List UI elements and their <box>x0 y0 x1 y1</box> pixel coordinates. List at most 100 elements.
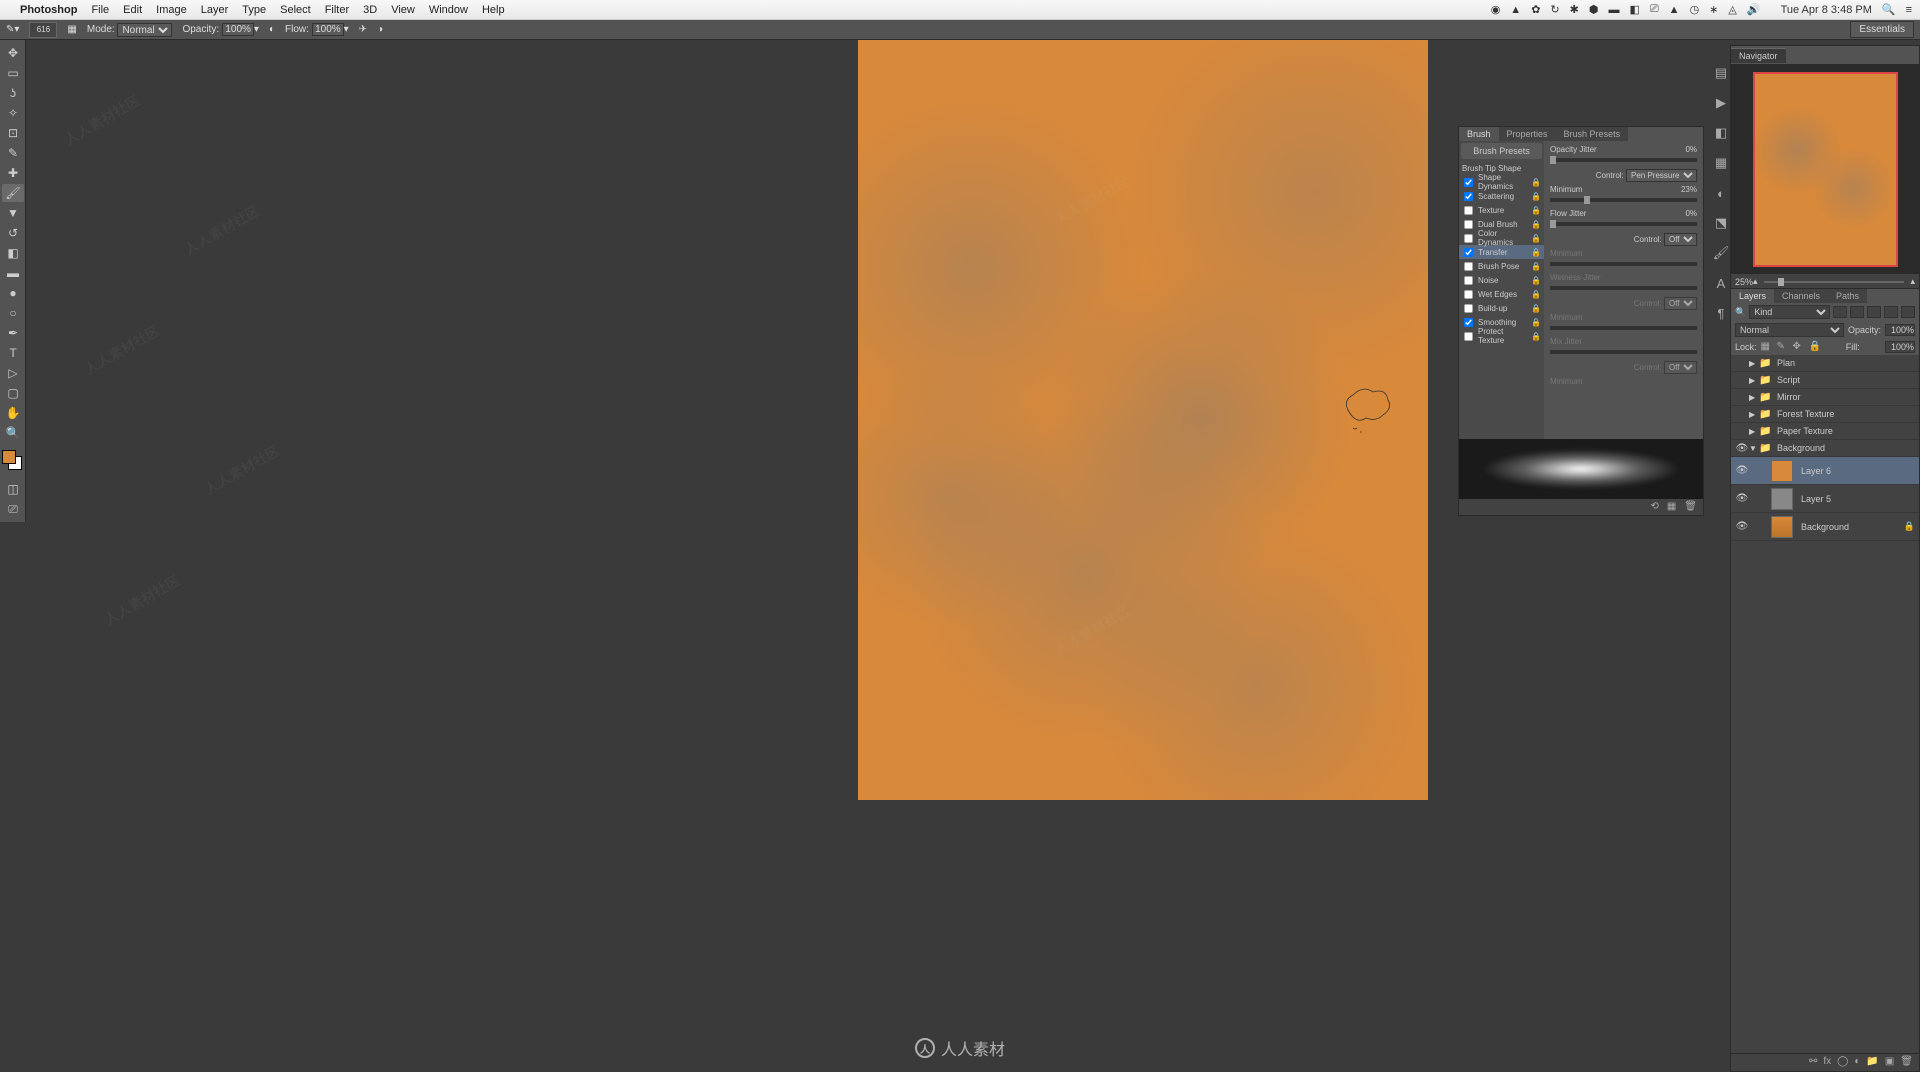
new-brush-icon[interactable]: ▦ <box>1667 501 1676 513</box>
layer-group-plan[interactable]: ▶📁Plan <box>1731 355 1919 372</box>
eject-icon[interactable]: ▲ <box>1669 4 1680 16</box>
brush-option-transfer[interactable]: Transfer🔒 <box>1459 245 1544 259</box>
navigator-preview[interactable] <box>1731 64 1919 274</box>
pressure-size-icon[interactable]: ◑ <box>377 24 383 35</box>
filter-pixel-icon[interactable] <box>1833 306 1847 318</box>
record-icon[interactable]: ◉ <box>1491 3 1501 16</box>
bluetooth-icon[interactable]: ∗ <box>1709 3 1718 16</box>
menu-3d[interactable]: 3D <box>363 4 377 16</box>
app-name[interactable]: Photoshop <box>20 4 77 16</box>
expand-icon[interactable]: ▶ <box>1749 393 1759 402</box>
expand-icon[interactable]: ▶ <box>1749 410 1759 419</box>
screen-icon[interactable]: ⎚ <box>1650 3 1659 16</box>
brush-option-shape-dynamics[interactable]: Shape Dynamics🔒 <box>1459 175 1544 189</box>
tab-brush[interactable]: Brush <box>1459 127 1499 141</box>
wifi-icon[interactable]: ◬ <box>1728 3 1736 16</box>
pressure-opacity-icon[interactable]: ◐ <box>269 24 275 35</box>
brush-option-checkbox[interactable] <box>1464 331 1473 340</box>
actions-icon[interactable]: ▶ <box>1712 94 1730 112</box>
sync-icon[interactable]: ↻ <box>1550 3 1559 16</box>
menu-type[interactable]: Type <box>242 4 266 16</box>
eraser-tool[interactable]: ◧ <box>2 244 24 262</box>
hand-tool[interactable]: ✋ <box>2 404 24 422</box>
filter-icon[interactable]: 🔍 <box>1735 307 1746 318</box>
lock-icon[interactable]: 🔒 <box>1531 248 1541 257</box>
wand-tool[interactable]: ✧ <box>2 104 24 122</box>
lock-icon[interactable]: 🔒 <box>1531 276 1541 285</box>
brush-option-color-dynamics[interactable]: Color Dynamics🔒 <box>1459 231 1544 245</box>
navigator-zoom[interactable]: 25% <box>1735 277 1753 287</box>
brush-option-checkbox[interactable] <box>1464 303 1473 312</box>
pen-tool[interactable]: ✒ <box>2 324 24 342</box>
new-layer-icon[interactable]: ▣ <box>1885 1056 1894 1069</box>
shape-tool[interactable]: ▢ <box>2 384 24 402</box>
control2-select[interactable]: Off <box>1664 233 1697 246</box>
layer-fx-icon[interactable]: fx <box>1823 1056 1831 1069</box>
lock-icon[interactable]: 🔒 <box>1531 290 1541 299</box>
fill-value[interactable]: 100% <box>1885 341 1915 353</box>
volume-icon[interactable]: 🔊 <box>1747 3 1761 16</box>
gradient-tool[interactable]: ▬ <box>2 264 24 282</box>
crop-tool[interactable]: ⊡ <box>2 124 24 142</box>
control1-select[interactable]: Pen Pressure <box>1626 169 1697 182</box>
menu-file[interactable]: File <box>91 4 109 16</box>
styles-icon[interactable]: ⬔ <box>1712 214 1730 232</box>
layer-group-paper-texture[interactable]: ▶📁Paper Texture <box>1731 423 1919 440</box>
tab-paths[interactable]: Paths <box>1828 289 1867 303</box>
tab-layers[interactable]: Layers <box>1731 289 1774 303</box>
type-tool[interactable]: T <box>2 344 24 362</box>
menu-layer[interactable]: Layer <box>201 4 229 16</box>
brush-option-checkbox[interactable] <box>1464 275 1473 284</box>
layer-group-mirror[interactable]: ▶📁Mirror <box>1731 389 1919 406</box>
tab-brush-presets[interactable]: Brush Presets <box>1556 127 1629 141</box>
visibility-icon[interactable]: 👁 <box>1735 465 1749 476</box>
brush-option-checkbox[interactable] <box>1464 261 1473 270</box>
brush-option-noise[interactable]: Noise🔒 <box>1459 273 1544 287</box>
expand-icon[interactable]: ▶ <box>1749 376 1759 385</box>
character-icon[interactable]: A <box>1712 274 1730 292</box>
layer-layer-6[interactable]: 👁Layer 6 <box>1731 457 1919 485</box>
flow-jitter-value[interactable]: 0% <box>1669 209 1697 218</box>
expand-icon[interactable]: ▶ <box>1749 359 1759 368</box>
visibility-icon[interactable]: 👁 <box>1735 493 1749 504</box>
brush-option-checkbox[interactable] <box>1464 191 1473 200</box>
color-icon[interactable]: ◧ <box>1712 124 1730 142</box>
layer-thumbnail[interactable] <box>1771 488 1793 510</box>
brushsettings-icon[interactable]: 🖌 <box>1712 244 1730 262</box>
lock-icon[interactable]: 🔒 <box>1531 220 1541 229</box>
expand-icon[interactable]: ▼ <box>1749 444 1759 453</box>
brush-option-checkbox[interactable] <box>1464 317 1473 326</box>
quickmask-tool[interactable]: ◫ <box>2 480 24 498</box>
filter-smart-icon[interactable] <box>1901 306 1915 318</box>
layer-layer-5[interactable]: 👁Layer 5 <box>1731 485 1919 513</box>
blur-tool[interactable]: ● <box>2 284 24 302</box>
eyedropper-tool[interactable]: ✎ <box>2 144 24 162</box>
lasso-tool[interactable]: ʖ <box>2 84 24 102</box>
lock-icon[interactable]: 🔒 <box>1531 304 1541 313</box>
toggle-preview-icon[interactable]: ⟲ <box>1650 501 1658 513</box>
brush-option-checkbox[interactable] <box>1464 289 1473 298</box>
brush-presets-button[interactable]: Brush Presets <box>1461 143 1542 159</box>
layer-thumbnail[interactable] <box>1771 460 1793 482</box>
lock-icon[interactable]: 🔒 <box>1531 318 1541 327</box>
brush-option-checkbox[interactable] <box>1464 247 1473 256</box>
lock-transparent-icon[interactable]: ▦ <box>1761 341 1773 353</box>
brush-panel-toggle[interactable]: ▦ <box>67 24 76 35</box>
history-icon[interactable]: ▤ <box>1712 64 1730 82</box>
brush-option-build-up[interactable]: Build-up🔒 <box>1459 301 1544 315</box>
brush-option-wet-edges[interactable]: Wet Edges🔒 <box>1459 287 1544 301</box>
filter-kind[interactable]: Kind <box>1749 305 1830 319</box>
opacity-value[interactable]: 100% <box>222 23 254 36</box>
lock-icon[interactable]: 🔒 <box>1531 206 1541 215</box>
layer-opacity[interactable]: 100% <box>1885 324 1915 336</box>
expand-icon[interactable]: ▶ <box>1749 427 1759 436</box>
menu-view[interactable]: View <box>391 4 415 16</box>
adjustments-icon[interactable]: ◐ <box>1712 184 1730 202</box>
visibility-icon[interactable]: 👁 <box>1735 521 1749 532</box>
leaf-icon[interactable]: ✿ <box>1531 3 1540 16</box>
zoom-tool[interactable]: 🔍 <box>2 424 24 442</box>
move-tool[interactable]: ✥ <box>2 44 24 62</box>
dodge-tool[interactable]: ○ <box>2 304 24 322</box>
datetime[interactable]: Tue Apr 8 3:48 PM <box>1781 4 1872 16</box>
blend-mode[interactable]: Normal <box>1735 323 1844 337</box>
